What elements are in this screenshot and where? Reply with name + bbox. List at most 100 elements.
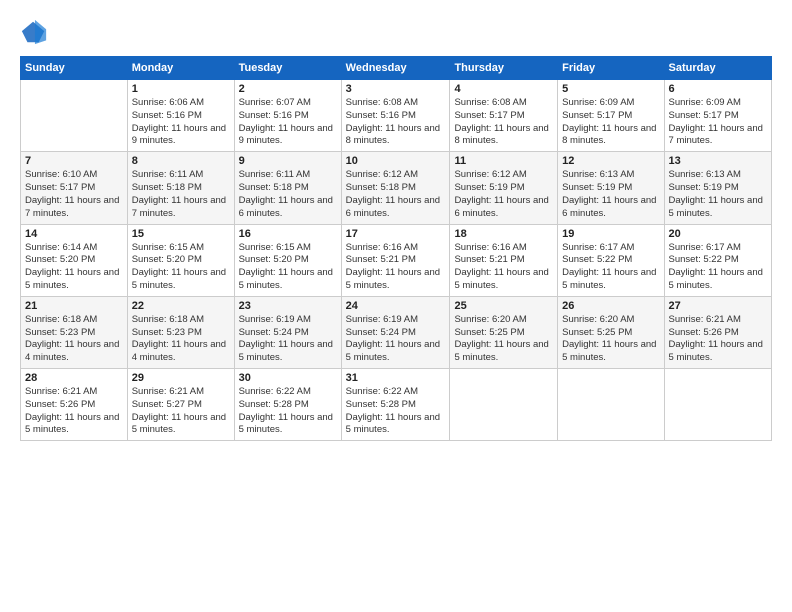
- day-info-line: Sunrise: 6:20 AM: [454, 314, 553, 327]
- day-info-line: Sunrise: 6:09 AM: [669, 97, 767, 110]
- table-row: 18Sunrise: 6:16 AMSunset: 5:21 PMDayligh…: [450, 224, 558, 296]
- day-info-line: Sunset: 5:17 PM: [25, 182, 123, 195]
- day-number: 31: [346, 372, 446, 384]
- day-info-line: Sunrise: 6:15 AM: [132, 242, 230, 255]
- table-row: [21, 80, 128, 152]
- day-number: 27: [669, 300, 767, 312]
- day-info: Sunrise: 6:12 AMSunset: 5:19 PMDaylight:…: [454, 169, 553, 220]
- day-info-line: Sunrise: 6:08 AM: [454, 97, 553, 110]
- table-row: 2Sunrise: 6:07 AMSunset: 5:16 PMDaylight…: [234, 80, 341, 152]
- day-info-line: Daylight: 11 hours and 8 minutes.: [562, 123, 659, 149]
- table-row: 24Sunrise: 6:19 AMSunset: 5:24 PMDayligh…: [341, 296, 450, 368]
- day-info: Sunrise: 6:08 AMSunset: 5:16 PMDaylight:…: [346, 97, 446, 148]
- day-info-line: Sunset: 5:26 PM: [25, 399, 123, 412]
- day-info: Sunrise: 6:06 AMSunset: 5:16 PMDaylight:…: [132, 97, 230, 148]
- day-info-line: Sunset: 5:21 PM: [346, 254, 446, 267]
- day-info-line: Sunset: 5:24 PM: [239, 327, 337, 340]
- day-info: Sunrise: 6:14 AMSunset: 5:20 PMDaylight:…: [25, 242, 123, 293]
- day-info: Sunrise: 6:15 AMSunset: 5:20 PMDaylight:…: [132, 242, 230, 293]
- day-info-line: Daylight: 11 hours and 8 minutes.: [346, 123, 446, 149]
- day-info-line: Sunrise: 6:21 AM: [132, 386, 230, 399]
- col-monday: Monday: [127, 57, 234, 80]
- table-row: 19Sunrise: 6:17 AMSunset: 5:22 PMDayligh…: [558, 224, 664, 296]
- table-row: 13 Sunrise: 6:13 AMSunset: 5:19 PMDayligh…: [664, 152, 771, 224]
- header: [20, 18, 772, 46]
- day-info-line: Daylight: 11 hours and 5 minutes.: [454, 339, 553, 365]
- day-info-line: Sunrise: 6:19 AM: [239, 314, 337, 327]
- logo: [20, 18, 52, 46]
- day-info-line: Sunset: 5:25 PM: [454, 327, 553, 340]
- calendar-week-row: 21Sunrise: 6:18 AMSunset: 5:23 PMDayligh…: [21, 296, 772, 368]
- day-info: Sunrise: 6:15 AMSunset: 5:20 PMDaylight:…: [239, 242, 337, 293]
- table-row: 7Sunrise: 6:10 AMSunset: 5:17 PMDaylight…: [21, 152, 128, 224]
- day-number: 19: [562, 228, 659, 240]
- day-info-line: Daylight: 11 hours and 4 minutes.: [132, 339, 230, 365]
- table-row: 25 Sunrise: 6:20 AMSunset: 5:25 PMDayligh…: [450, 296, 558, 368]
- day-info: Sunrise: 6:21 AMSunset: 5:26 PMDaylight:…: [669, 314, 767, 365]
- table-row: 14Sunrise: 6:14 AMSunset: 5:20 PMDayligh…: [21, 224, 128, 296]
- day-info-line: Sunset: 5:25 PM: [562, 327, 659, 340]
- day-info-line: Sunset: 5:23 PM: [25, 327, 123, 340]
- day-info-line: Daylight: 11 hours and 5 minutes.: [346, 412, 446, 438]
- day-info-line: Daylight: 11 hours and 5 minutes.: [132, 267, 230, 293]
- table-row: 27 Sunrise: 6:21 AMSunset: 5:26 PMDayligh…: [664, 296, 771, 368]
- table-row: 16Sunrise: 6:15 AMSunset: 5:20 PMDayligh…: [234, 224, 341, 296]
- day-number: 23: [239, 300, 337, 312]
- table-row: 10Sunrise: 6:12 AMSunset: 5:18 PMDayligh…: [341, 152, 450, 224]
- calendar-week-row: 1 Sunrise: 6:06 AMSunset: 5:16 PMDaylight…: [21, 80, 772, 152]
- day-info-line: Sunset: 5:18 PM: [346, 182, 446, 195]
- day-info-line: Daylight: 11 hours and 5 minutes.: [25, 267, 123, 293]
- table-row: 20Sunrise: 6:17 AMSunset: 5:22 PMDayligh…: [664, 224, 771, 296]
- day-info-line: Sunrise: 6:12 AM: [454, 169, 553, 182]
- day-info-line: Sunrise: 6:09 AM: [562, 97, 659, 110]
- table-row: 28Sunrise: 6:21 AMSunset: 5:26 PMDayligh…: [21, 369, 128, 441]
- day-number: 9: [239, 155, 337, 167]
- day-info: Sunrise: 6:22 AMSunset: 5:28 PMDaylight:…: [346, 386, 446, 437]
- table-row: 6Sunrise: 6:09 AMSunset: 5:17 PMDaylight…: [664, 80, 771, 152]
- page: Sunday Monday Tuesday Wednesday Thursday…: [0, 0, 792, 612]
- table-row: 31 Sunrise: 6:22 AMSunset: 5:28 PMDayligh…: [341, 369, 450, 441]
- table-row: [450, 369, 558, 441]
- day-info-line: Sunset: 5:24 PM: [346, 327, 446, 340]
- day-info: Sunrise: 6:19 AMSunset: 5:24 PMDaylight:…: [346, 314, 446, 365]
- day-info-line: Sunset: 5:20 PM: [25, 254, 123, 267]
- day-number: 18: [454, 228, 553, 240]
- table-row: 23 Sunrise: 6:19 AMSunset: 5:24 PMDayligh…: [234, 296, 341, 368]
- day-info: Sunrise: 6:20 AMSunset: 5:25 PMDaylight:…: [454, 314, 553, 365]
- day-number: 28: [25, 372, 123, 384]
- day-number: 1: [132, 83, 230, 95]
- day-info-line: Daylight: 11 hours and 9 minutes.: [132, 123, 230, 149]
- day-info-line: Sunrise: 6:18 AM: [132, 314, 230, 327]
- day-info-line: Daylight: 11 hours and 5 minutes.: [562, 339, 659, 365]
- col-saturday: Saturday: [664, 57, 771, 80]
- day-info-line: Sunset: 5:23 PM: [132, 327, 230, 340]
- day-info-line: Sunrise: 6:16 AM: [346, 242, 446, 255]
- table-row: 17Sunrise: 6:16 AMSunset: 5:21 PMDayligh…: [341, 224, 450, 296]
- table-row: 30Sunrise: 6:22 AMSunset: 5:28 PMDayligh…: [234, 369, 341, 441]
- table-row: 4Sunrise: 6:08 AMSunset: 5:17 PMDaylight…: [450, 80, 558, 152]
- col-sunday: Sunday: [21, 57, 128, 80]
- day-number: 8: [132, 155, 230, 167]
- day-info-line: Sunrise: 6:13 AM: [562, 169, 659, 182]
- day-info-line: Sunrise: 6:17 AM: [669, 242, 767, 255]
- table-row: 3Sunrise: 6:08 AMSunset: 5:16 PMDaylight…: [341, 80, 450, 152]
- logo-icon: [20, 18, 48, 46]
- day-info-line: Daylight: 11 hours and 5 minutes.: [239, 339, 337, 365]
- day-info-line: Sunrise: 6:07 AM: [239, 97, 337, 110]
- day-info-line: Sunset: 5:17 PM: [562, 110, 659, 123]
- day-info: Sunrise: 6:09 AMSunset: 5:17 PMDaylight:…: [562, 97, 659, 148]
- day-info-line: Daylight: 11 hours and 6 minutes.: [346, 195, 446, 221]
- table-row: 26Sunrise: 6:20 AMSunset: 5:25 PMDayligh…: [558, 296, 664, 368]
- day-number: 10: [346, 155, 446, 167]
- day-info: Sunrise: 6:13 AMSunset: 5:19 PMDaylight:…: [669, 169, 767, 220]
- day-info-line: Daylight: 11 hours and 5 minutes.: [132, 412, 230, 438]
- day-info: Sunrise: 6:22 AMSunset: 5:28 PMDaylight:…: [239, 386, 337, 437]
- day-info-line: Daylight: 11 hours and 5 minutes.: [346, 267, 446, 293]
- day-number: 25: [454, 300, 553, 312]
- day-info-line: Sunset: 5:27 PM: [132, 399, 230, 412]
- day-info-line: Daylight: 11 hours and 7 minutes.: [25, 195, 123, 221]
- table-row: 22Sunrise: 6:18 AMSunset: 5:23 PMDayligh…: [127, 296, 234, 368]
- day-number: 13: [669, 155, 767, 167]
- day-info-line: Daylight: 11 hours and 5 minutes.: [239, 267, 337, 293]
- day-number: 7: [25, 155, 123, 167]
